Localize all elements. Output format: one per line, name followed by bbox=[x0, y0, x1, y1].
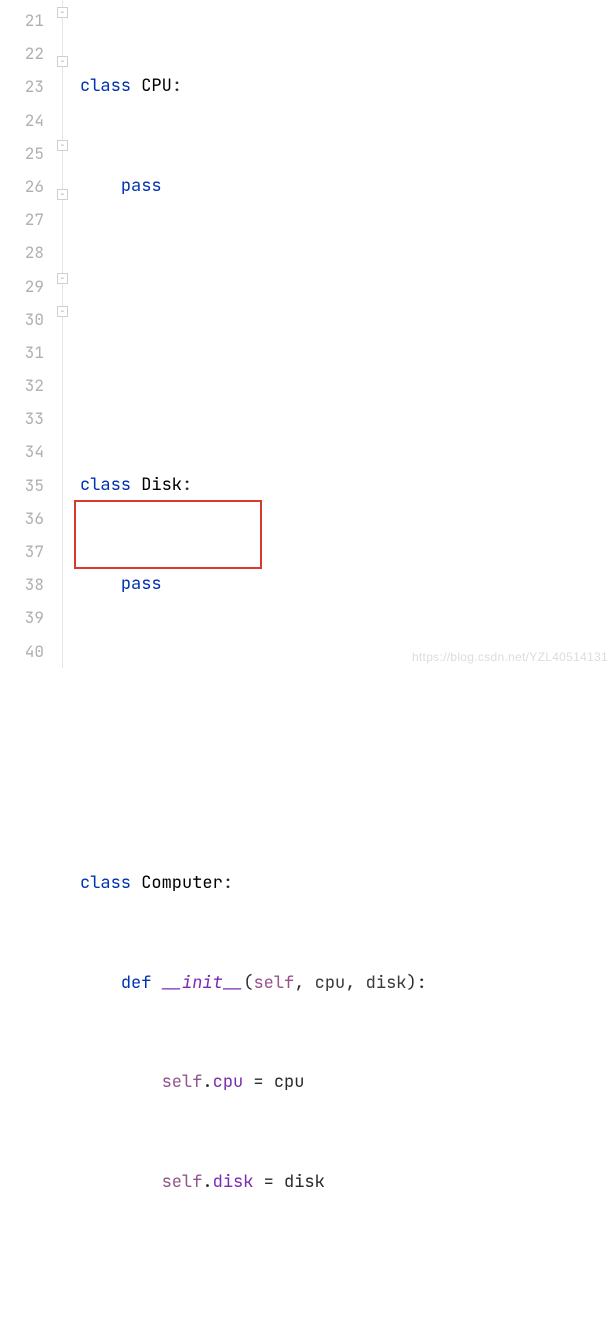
line-number: 36 bbox=[0, 502, 44, 535]
code-line[interactable]: class Disk: bbox=[72, 469, 614, 502]
line-number: 24 bbox=[0, 104, 44, 137]
line-number: 37 bbox=[0, 535, 44, 568]
code-line[interactable]: pass bbox=[72, 170, 614, 203]
line-number: 35 bbox=[0, 469, 44, 502]
fold-end-icon: − bbox=[57, 56, 68, 67]
fold-end-icon: − bbox=[57, 189, 68, 200]
code-line[interactable] bbox=[72, 668, 614, 701]
code-line[interactable] bbox=[72, 369, 614, 402]
line-number: 28 bbox=[0, 236, 44, 269]
line-number: 30 bbox=[0, 303, 44, 336]
watermark-text: https://blog.csdn.net/YZL40514131 bbox=[412, 650, 608, 664]
code-area[interactable]: class CPU: pass class Disk: pass class C… bbox=[72, 0, 614, 668]
line-number: 39 bbox=[0, 601, 44, 634]
line-number: 26 bbox=[0, 170, 44, 203]
code-line[interactable]: pass bbox=[72, 568, 614, 601]
code-line[interactable]: class CPU: bbox=[72, 70, 614, 103]
code-line[interactable]: class Computer: bbox=[72, 867, 614, 900]
line-number: 38 bbox=[0, 568, 44, 601]
code-line[interactable]: self.disk = disk bbox=[72, 1166, 614, 1199]
line-number: 27 bbox=[0, 203, 44, 236]
line-number: 29 bbox=[0, 270, 44, 303]
fold-toggle-icon[interactable]: − bbox=[57, 7, 68, 18]
line-number: 22 bbox=[0, 37, 44, 70]
line-number: 40 bbox=[0, 635, 44, 668]
fold-column: − − − − − − bbox=[58, 0, 72, 668]
code-line[interactable] bbox=[72, 270, 614, 303]
line-number: 31 bbox=[0, 336, 44, 369]
line-number: 25 bbox=[0, 137, 44, 170]
line-number: 32 bbox=[0, 369, 44, 402]
line-number: 21 bbox=[0, 4, 44, 37]
code-line[interactable]: def __init__(self, cpu, disk): bbox=[72, 967, 614, 1000]
line-number-gutter: 21 22 23 24 25 26 27 28 29 30 31 32 33 3… bbox=[0, 0, 58, 668]
fold-toggle-icon[interactable]: − bbox=[57, 273, 68, 284]
code-line[interactable] bbox=[72, 1266, 614, 1299]
line-number: 34 bbox=[0, 435, 44, 468]
code-line[interactable]: self.cpu = cpu bbox=[72, 1066, 614, 1099]
highlight-box bbox=[74, 500, 262, 569]
fold-toggle-icon[interactable]: − bbox=[57, 140, 68, 151]
fold-toggle-icon[interactable]: − bbox=[57, 306, 68, 317]
line-number: 23 bbox=[0, 70, 44, 103]
line-number: 33 bbox=[0, 402, 44, 435]
code-editor[interactable]: 21 22 23 24 25 26 27 28 29 30 31 32 33 3… bbox=[0, 0, 614, 668]
code-line[interactable] bbox=[72, 768, 614, 801]
